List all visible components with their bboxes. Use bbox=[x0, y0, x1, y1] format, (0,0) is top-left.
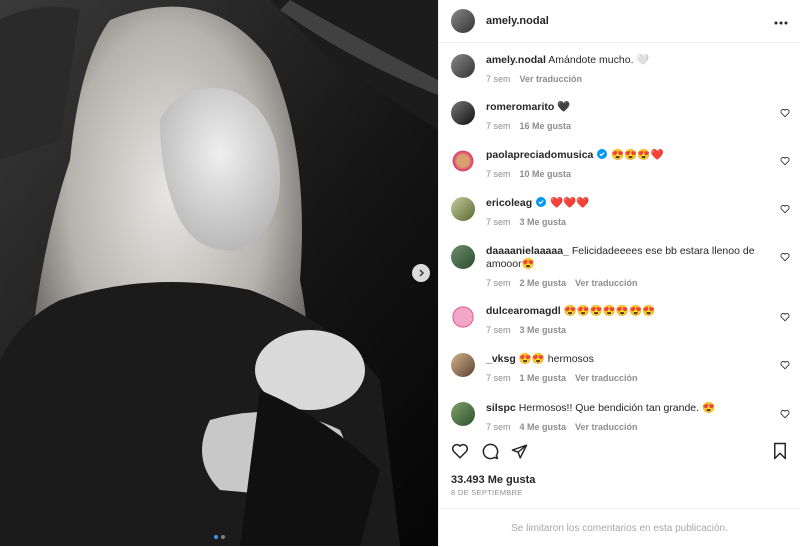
comment-text: ❤️❤️❤️ bbox=[549, 197, 590, 209]
likes-count[interactable]: 33.493 Me gusta bbox=[451, 474, 535, 486]
heart-icon[interactable] bbox=[780, 360, 790, 370]
more-icon bbox=[774, 21, 788, 25]
avatar[interactable] bbox=[451, 245, 475, 269]
comment-time[interactable]: 7 sem bbox=[486, 372, 511, 385]
comment-text: Hermosos!! Que bendición tan grande. 😍 bbox=[518, 402, 716, 414]
comment-likes[interactable]: 1 Me gusta bbox=[520, 372, 567, 385]
comment-text: 🖤 bbox=[557, 101, 571, 113]
carousel-dot-active bbox=[213, 535, 218, 539]
comment-time[interactable]: 7 sem bbox=[486, 168, 511, 181]
caption: amely.nodal Amándote mucho. 🤍 7 sem Ver … bbox=[451, 54, 790, 86]
heart-icon[interactable] bbox=[780, 252, 790, 262]
heart-icon[interactable] bbox=[780, 409, 790, 419]
heart-icon[interactable] bbox=[780, 108, 790, 118]
see-translation-link[interactable]: Ver traducción bbox=[575, 421, 638, 432]
carousel-dots bbox=[0, 535, 438, 539]
comment-likes[interactable]: 10 Me gusta bbox=[520, 168, 572, 181]
avatar[interactable] bbox=[451, 197, 475, 221]
comment-likes[interactable]: 3 Me gusta bbox=[520, 216, 567, 229]
comment-username[interactable]: silspc bbox=[486, 402, 516, 414]
bookmark-icon[interactable] bbox=[772, 442, 788, 460]
comment-text: 😍😍😍😍😍😍😍 bbox=[563, 305, 656, 317]
comment-likes[interactable]: 2 Me gusta bbox=[520, 277, 567, 290]
comment-item: silspc Hermosos!! Que bendición tan gran… bbox=[451, 402, 790, 432]
comment-likes[interactable]: 4 Me gusta bbox=[520, 421, 567, 432]
post-date[interactable]: 8 DE SEPTIEMBRE bbox=[451, 488, 523, 497]
post-header: amely.nodal bbox=[439, 0, 800, 43]
more-options-button[interactable] bbox=[774, 12, 788, 30]
comments-list[interactable]: amely.nodal Amándote mucho. 🤍 7 sem Ver … bbox=[439, 42, 800, 432]
avatar[interactable] bbox=[451, 149, 475, 173]
comment-likes[interactable]: 16 Me gusta bbox=[520, 120, 572, 133]
avatar[interactable] bbox=[451, 402, 475, 426]
comment-text: 😍😍😍❤️ bbox=[611, 149, 664, 161]
comment-time[interactable]: 7 sem bbox=[486, 277, 511, 290]
heart-icon[interactable] bbox=[780, 204, 790, 214]
comments-limited-notice: Se limitaron los comentarios en esta pub… bbox=[439, 508, 800, 547]
verified-badge-icon bbox=[536, 197, 547, 207]
photo-mother-baby bbox=[0, 0, 438, 546]
caption-text: Amándote mucho. 🤍 bbox=[548, 54, 650, 66]
avatar[interactable] bbox=[451, 9, 475, 33]
comment-likes[interactable]: 3 Me gusta bbox=[520, 324, 567, 337]
comment-username[interactable]: ericoleag bbox=[486, 197, 532, 209]
caption-time[interactable]: 7 sem bbox=[486, 73, 511, 86]
see-translation-link[interactable]: Ver traducción bbox=[575, 277, 638, 290]
see-translation-link[interactable]: Ver traducción bbox=[575, 372, 638, 385]
carousel-dot bbox=[220, 535, 225, 539]
comment-time[interactable]: 7 sem bbox=[486, 120, 511, 133]
heart-icon[interactable] bbox=[780, 312, 790, 322]
heart-icon[interactable] bbox=[451, 442, 469, 460]
comment-username[interactable]: romeromarito bbox=[486, 101, 554, 113]
comment-item: romeromarito 🖤 7 sem 16 Me gusta bbox=[451, 101, 790, 133]
comment-item: ericoleag ❤️❤️❤️ 7 sem 3 Me gusta bbox=[451, 197, 790, 229]
share-icon[interactable] bbox=[511, 443, 528, 460]
action-bar bbox=[451, 436, 788, 466]
comment-icon[interactable] bbox=[481, 442, 499, 460]
comment-username[interactable]: _vksg bbox=[486, 353, 516, 365]
comment-item: _vksg 😍😍 hermosos 7 sem 1 Me gusta Ver t… bbox=[451, 353, 790, 385]
caption-username[interactable]: amely.nodal bbox=[486, 54, 546, 66]
post-author[interactable]: amely.nodal bbox=[486, 15, 549, 27]
verified-badge-icon bbox=[597, 149, 608, 159]
comment-username[interactable]: daaaanielaaaaa_ bbox=[486, 245, 569, 257]
next-image-button[interactable] bbox=[412, 264, 430, 282]
comment-text: 😍😍 hermosos bbox=[518, 353, 594, 365]
avatar[interactable] bbox=[451, 54, 475, 78]
comment-username[interactable]: paolapreciadomusica bbox=[486, 149, 593, 161]
comment-time[interactable]: 7 sem bbox=[486, 324, 511, 337]
comment-item: dulcearomagdl 😍😍😍😍😍😍😍 7 sem 3 Me gusta bbox=[451, 305, 790, 337]
comment-item: daaaanielaaaaa_ Felicidadeeees ese bb es… bbox=[451, 245, 790, 290]
comment-time[interactable]: 7 sem bbox=[486, 421, 511, 432]
post-panel: amely.nodal amely.nodal Amándote mucho. … bbox=[438, 0, 800, 546]
avatar[interactable] bbox=[451, 101, 475, 125]
comment-username[interactable]: dulcearomagdl bbox=[486, 305, 561, 317]
heart-icon[interactable] bbox=[780, 156, 790, 166]
comment-time[interactable]: 7 sem bbox=[486, 216, 511, 229]
see-translation-link[interactable]: Ver traducción bbox=[520, 73, 583, 86]
chevron-right-icon bbox=[419, 269, 424, 277]
post-image[interactable] bbox=[0, 0, 438, 546]
avatar[interactable] bbox=[451, 353, 475, 377]
comment-item: paolapreciadomusica 😍😍😍❤️ 7 sem 10 Me gu… bbox=[451, 149, 790, 181]
avatar[interactable] bbox=[451, 305, 475, 329]
